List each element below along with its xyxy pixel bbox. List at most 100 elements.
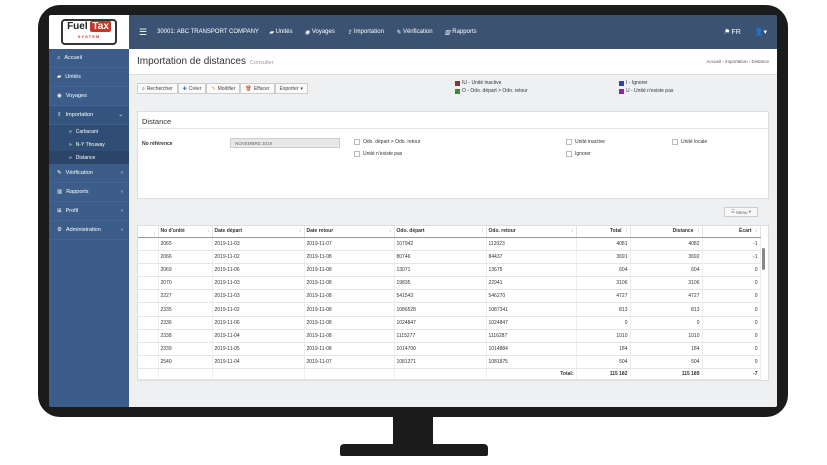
table-cell: 1087341 xyxy=(486,302,577,317)
table-cell: 22941 xyxy=(486,276,577,291)
scroll-thumb[interactable] xyxy=(762,248,765,270)
table-row[interactable]: 2336 2019-11-06 2019-11-08 1024847 1024847 0 0… xyxy=(138,316,761,330)
nav-importation[interactable]: ⇪ Importation xyxy=(347,29,384,36)
row-select-cell[interactable] xyxy=(138,329,159,344)
export-button[interactable]: Exporter ▾ xyxy=(274,83,308,94)
footer-distance: 115 189 xyxy=(630,368,703,381)
table-row[interactable]: 2335 2019-11-02 2019-11-08 1086528 1087341 81… xyxy=(138,302,761,317)
create-button[interactable]: ✚ Créer xyxy=(177,83,207,94)
col-odo-retour[interactable]: Odo. retour ↕ xyxy=(486,226,577,238)
table-cell: 2019-11-06 xyxy=(212,316,305,330)
user-menu-icon[interactable]: 👤▾ xyxy=(755,28,767,36)
footer-total: 115 182 xyxy=(576,368,631,381)
row-select-cell[interactable] xyxy=(138,237,159,251)
company-selector[interactable]: 30001: ABC TRANSPORT COMPANY xyxy=(157,29,259,35)
delete-button[interactable]: 🗑 Effacer xyxy=(240,83,275,94)
row-select-cell[interactable] xyxy=(138,250,159,264)
table-scrollbar[interactable] xyxy=(761,238,766,372)
checkbox[interactable] xyxy=(566,139,572,145)
table-row[interactable]: 2540 2019-11-04 2019-11-07 1081371 1081875 50… xyxy=(138,355,761,370)
table-row[interactable]: 2338 2019-11-04 2019-11-08 1115277 1116287 10… xyxy=(138,329,761,344)
sidebar-subitem-distance[interactable]: » Distance xyxy=(49,151,129,164)
filter-odo-depart[interactable]: Odo. départ > Odo. retour xyxy=(354,139,420,145)
search-button[interactable]: ⌕ Rechercher xyxy=(137,83,178,94)
table-cell: 2540 xyxy=(158,355,213,370)
filter-unite-inactive[interactable]: Unité inactive xyxy=(566,139,605,145)
hamburger-menu-icon[interactable]: ☰ xyxy=(133,27,153,38)
app-logo[interactable]: Fuel Tax SYSTEM xyxy=(49,15,129,49)
table-row[interactable]: 2070 2019-11-03 2019-11-08 19835 22941 3106 31… xyxy=(138,276,761,291)
col-date-retour[interactable]: Date retour ↕ xyxy=(304,226,395,238)
row-select-cell[interactable] xyxy=(138,342,159,357)
footer-ecart: -7 xyxy=(702,368,761,381)
table-row[interactable]: 2227 2019-11-03 2019-11-08 541543 546270 4727… xyxy=(138,289,761,304)
screen: Fuel Tax SYSTEM ☰ 30001: ABC TRANSPORT C… xyxy=(49,15,777,407)
nav-rapports[interactable]: ▥ Rapports xyxy=(445,29,477,36)
upload-icon: ⇪ xyxy=(57,112,62,118)
globe-icon: ◉ xyxy=(304,29,310,36)
sidebar-item-accueil[interactable]: ⌂ Accueil xyxy=(49,49,129,68)
table-cell: 1081875 xyxy=(486,355,577,370)
col-no-unite[interactable]: No d'unité ↕ xyxy=(158,226,213,238)
sidebar-item-administration[interactable]: ⚙ Administration ‹ xyxy=(49,221,129,240)
table-cell: 2019-11-08 xyxy=(304,302,395,317)
sidebar-item-profil[interactable]: ⊞ Profil ‹ xyxy=(49,202,129,221)
language-selector[interactable]: ⚑ FR xyxy=(723,28,741,36)
ref-input[interactable]: NOVEMBRE 2019 xyxy=(230,138,340,148)
edit-button[interactable]: ✎ Modifier xyxy=(206,83,241,94)
sidebar-item-rapports[interactable]: ▥ Rapports ‹ xyxy=(49,183,129,202)
table-cell: 1081371 xyxy=(394,355,487,370)
page-subtitle: Consulter xyxy=(249,59,274,66)
row-select-cell[interactable] xyxy=(138,289,159,304)
nav-voyages[interactable]: ◉ Voyages xyxy=(305,29,335,36)
sidebar-subitem-carburant[interactable]: » Carburant xyxy=(49,125,129,138)
row-select-cell[interactable] xyxy=(138,316,159,330)
filter-unite-nexiste-pas[interactable]: Unité n'existe pas xyxy=(354,151,402,157)
table-cell: 0 xyxy=(630,316,703,330)
table-row[interactable]: 2065 2019-11-03 2019-11-07 107942 112023 4081… xyxy=(138,237,761,251)
table-row[interactable]: 2066 2019-11-02 2019-11-08 80746 84437 3691 36… xyxy=(138,250,761,264)
breadcrumb[interactable]: Accueil › Importation › Distance xyxy=(706,59,769,64)
checkbox[interactable] xyxy=(672,139,678,145)
col-total[interactable]: Total ↕ xyxy=(576,226,631,238)
checkbox[interactable] xyxy=(354,151,360,157)
sidebar-item-verification[interactable]: ✎ Vérification ‹ xyxy=(49,164,129,183)
table-cell: 1086528 xyxy=(394,302,487,317)
checkbox[interactable] xyxy=(354,139,360,145)
table-row[interactable]: 2339 2019-11-05 2019-11-08 1014700 1014884 18… xyxy=(138,342,761,357)
col-ecart[interactable]: Écart ↕ xyxy=(702,226,761,238)
col-date-depart[interactable]: Date départ ↕ xyxy=(212,226,305,238)
filter-unite-locale[interactable]: Unité locale xyxy=(672,139,707,145)
table-row[interactable]: 2069 2019-11-06 2019-11-08 13071 13675 604 604… xyxy=(138,263,761,278)
row-select-cell[interactable] xyxy=(138,355,159,370)
table-cell: 13675 xyxy=(486,263,577,278)
bar-chart-icon: ▥ xyxy=(57,189,63,195)
checkbox[interactable] xyxy=(566,151,572,157)
caret-down-icon: ▾ xyxy=(748,209,752,214)
col-distance[interactable]: Distance ↕ xyxy=(630,226,703,238)
table-cell: 1024847 xyxy=(394,316,487,330)
sidebar-item-importation[interactable]: ⇪ Importation ⌄ xyxy=(49,106,129,125)
sidebar-item-voyages[interactable]: ◉ Voyages xyxy=(49,87,129,106)
menu-button[interactable]: ☰ Menu ▾ xyxy=(724,207,758,217)
sidebar-subitem-ny-thruway[interactable]: » N-Y Thruway xyxy=(49,138,129,151)
table-footer-row: Total: 115 182 115 189 -7 xyxy=(138,368,761,381)
table-cell: 2019-11-08 xyxy=(304,289,395,304)
toolbar: ⌕ Rechercher ✚ Créer ✎ Modifier 🗑 Effacer Ex… xyxy=(137,79,769,105)
filter-ignorer[interactable]: Ignorer xyxy=(566,151,591,157)
nav-verification[interactable]: ✎ Vérification xyxy=(396,29,433,36)
col-odo-depart[interactable]: Odo. départ ↕ xyxy=(394,226,487,238)
table-cell: 3106 xyxy=(630,276,703,291)
table-cell: 2019-11-08 xyxy=(304,263,395,278)
double-chevron-icon: » xyxy=(69,141,72,148)
main-content: Importation de distances Consulter Accue… xyxy=(129,49,777,407)
table-cell: 0 xyxy=(702,342,761,357)
row-select-cell[interactable] xyxy=(138,263,159,278)
nav-unites[interactable]: ▰ Unités xyxy=(269,29,293,36)
row-select-cell[interactable] xyxy=(138,276,159,291)
col-select[interactable]: ↕ xyxy=(138,226,159,238)
sidebar-item-unites[interactable]: ▰ Unités xyxy=(49,68,129,87)
legend-item: U - Unité n'existe pas xyxy=(619,88,673,94)
row-select-cell[interactable] xyxy=(138,302,159,317)
legend-item: IU - Unité inactive xyxy=(455,80,528,86)
